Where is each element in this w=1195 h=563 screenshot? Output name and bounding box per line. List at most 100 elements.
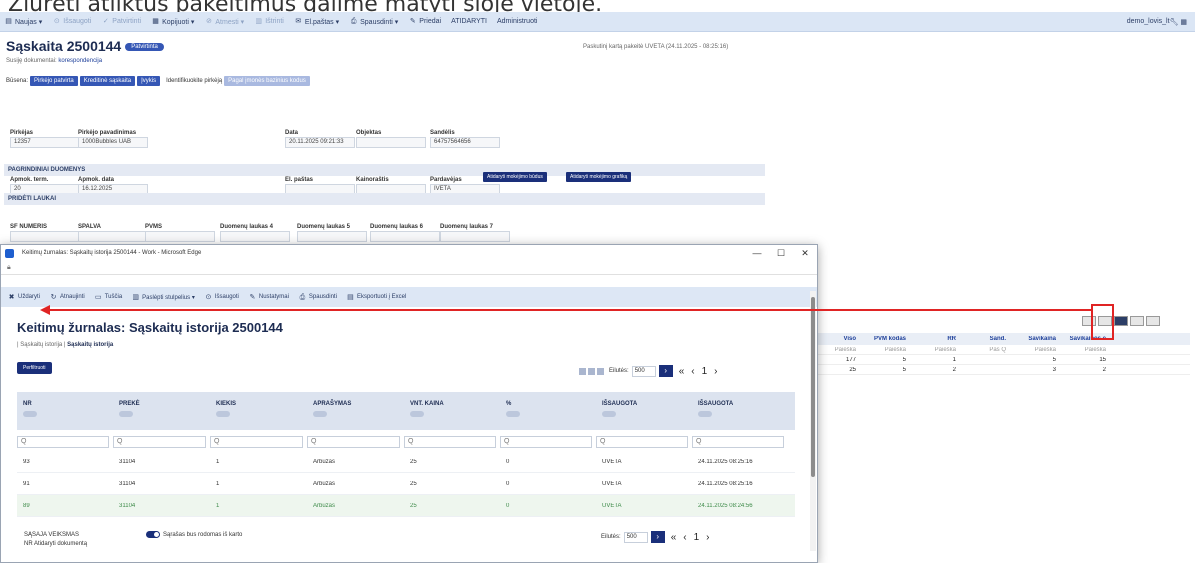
toolbar-item-3[interactable]: ▦ Kopijuoti ▾	[151, 17, 194, 26]
scrollbar-thumb[interactable]	[811, 297, 815, 477]
field-input[interactable]: 64757564656	[430, 137, 500, 148]
bg-col-header[interactable]: PVM kodas	[860, 336, 910, 342]
section-extra-fields[interactable]: PRIDĖTI LAUKAI	[4, 193, 765, 205]
column-filter-input[interactable]: Q	[307, 436, 400, 448]
column-filter-input[interactable]: Q	[404, 436, 496, 448]
maximize-button[interactable]: ☐	[769, 248, 793, 259]
column-toggle[interactable]	[698, 411, 712, 417]
field-input[interactable]	[356, 137, 426, 148]
toolbar-item-2[interactable]: ✓ Patvirtinti	[101, 17, 141, 26]
toolbar-item-0[interactable]: ▤ Naujas ▾	[4, 17, 42, 26]
window-toolbar-item-3[interactable]: ▥ Paslėpti stulpelius ▾	[131, 293, 195, 302]
minimize-button[interactable]: —	[745, 248, 769, 259]
next-page-icon[interactable]: ›	[714, 366, 717, 377]
table-row[interactable]: 89 31104 1 Arbuzas 25 0 UVETA 24.11.2025 08:24:…	[17, 495, 795, 517]
column-toggle[interactable]	[23, 411, 37, 417]
column-header[interactable]: NR	[17, 401, 113, 417]
toolbar-item-4[interactable]: ⊘ Atmesti ▾	[204, 17, 244, 26]
field-input[interactable]: 1000Bubbles UAB	[78, 137, 148, 148]
view-list-icon[interactable]	[579, 367, 586, 375]
bg-table-row[interactable]: 25 5 2 3 2	[810, 365, 1190, 375]
toolbar-item-5[interactable]: ▥ Ištrinti	[254, 17, 283, 26]
window-toolbar-item-7[interactable]: ▤ Eksportuoti į Excel	[346, 293, 406, 302]
extra-field-input[interactable]	[10, 231, 80, 242]
identify-button[interactable]: Pagal įmonės bazinius kodus	[224, 76, 310, 86]
open-payment-schedule-button[interactable]: Atidaryti mokėjimo grafiką	[566, 172, 632, 182]
bg-pager-btn[interactable]	[1130, 316, 1144, 326]
column-toggle[interactable]	[506, 411, 520, 417]
bg-col-header[interactable]: RR	[910, 336, 960, 342]
window-scrollbar[interactable]	[810, 291, 816, 551]
column-filter-input[interactable]: Q	[17, 436, 109, 448]
toolbar-item-10[interactable]: Administruoti	[497, 18, 537, 25]
column-header[interactable]: KIEKIS	[210, 401, 307, 417]
filter-button[interactable]: Perfiltruoti	[17, 362, 52, 374]
table-row[interactable]: 91 31104 1 Arbuzas 25 0 UVETA 24.11.2025 08:25:…	[17, 473, 795, 495]
open-payment-terms-button[interactable]: Atidaryti mokėjimo būdus	[483, 172, 547, 182]
toggle-switch[interactable]	[146, 531, 160, 538]
status-button-2[interactable]: Kreditinė sąskaita	[79, 76, 136, 86]
bg-col-header[interactable]: Savikaina	[1010, 336, 1060, 342]
go-button-bottom[interactable]: ›	[650, 531, 665, 543]
prev-page-icon[interactable]: ‹	[691, 366, 694, 377]
extra-field-input[interactable]	[440, 231, 510, 242]
bg-filter-input[interactable]: Paieška	[1060, 347, 1110, 353]
field-input[interactable]: 20.11.2025 09:21:33	[285, 137, 355, 148]
per-page-input-bottom[interactable]: 500	[623, 531, 648, 543]
column-filter-input[interactable]: Q	[210, 436, 303, 448]
bg-filter-input[interactable]: Paieška	[910, 347, 960, 353]
window-toolbar-item-5[interactable]: ✎ Nustatymai	[248, 293, 288, 302]
bg-filter-input[interactable]: Paieška	[1010, 347, 1060, 353]
per-page-input[interactable]: 500	[631, 365, 656, 377]
toolbar-item-6[interactable]: ✉ El.paštas ▾	[294, 17, 339, 26]
column-header[interactable]: PREKĖ	[113, 401, 210, 417]
toolbar-item-8[interactable]: ✎ Priedai	[408, 17, 441, 26]
column-filter-input[interactable]: Q	[692, 436, 784, 448]
status-button-3[interactable]: Įvykis	[137, 76, 161, 86]
next-page-icon[interactable]: ›	[706, 532, 709, 543]
column-header[interactable]: APRAŠYMAS	[307, 401, 404, 417]
table-row[interactable]: 93 31104 1 Arbuzas 25 0 UVETA 24.11.2025 08:25:…	[17, 451, 795, 473]
column-toggle[interactable]	[602, 411, 616, 417]
user-name[interactable]: demo_lovis_lt	[1127, 18, 1170, 25]
window-toolbar-item-1[interactable]: ↻ Atnaujinti	[49, 293, 85, 302]
extra-field-input[interactable]	[297, 231, 367, 242]
column-filter-input[interactable]: Q	[596, 436, 688, 448]
close-window-button[interactable]: ✕	[793, 248, 817, 259]
show-list-toggle[interactable]: Sąrašas bus rodomas iš karto	[146, 531, 242, 538]
column-filter-input[interactable]: Q	[500, 436, 592, 448]
window-toolbar-item-2[interactable]: ▭ Tuščia	[94, 293, 122, 302]
bg-pager-btn[interactable]	[1114, 316, 1128, 326]
column-filter-input[interactable]: Q	[113, 436, 206, 448]
extra-field-input[interactable]	[220, 231, 290, 242]
bg-filter-input[interactable]: Paieška	[860, 347, 910, 353]
wrench-icon[interactable]: 🔧︎ ▦	[1170, 18, 1187, 26]
address-bar[interactable]: 🔒︎	[1, 261, 817, 275]
column-toggle[interactable]	[216, 411, 230, 417]
first-page-icon[interactable]: «	[671, 532, 677, 543]
footer-legend-b[interactable]: NR Atidaryti dokumentą	[24, 540, 87, 549]
extra-field-input[interactable]	[145, 231, 215, 242]
section-main-data[interactable]: PAGRINDINIAI DUOMENYS	[4, 164, 765, 176]
toolbar-item-7[interactable]: ⎙ Spausdinti ▾	[349, 17, 398, 26]
toolbar-item-9[interactable]: ATIDARYTI	[451, 18, 487, 25]
column-toggle[interactable]	[410, 411, 424, 417]
prev-page-icon[interactable]: ‹	[683, 532, 686, 543]
status-button-1[interactable]: Pirkėjo patvirta	[30, 76, 78, 86]
window-toolbar-item-6[interactable]: ⎙ Spausdinti	[298, 293, 337, 302]
window-toolbar-item-0[interactable]: ✖ Uždaryti	[7, 293, 40, 302]
column-header[interactable]: IŠSAUGOTA	[692, 401, 788, 417]
column-header[interactable]: IŠSAUGOTA	[596, 401, 692, 417]
bg-table-row[interactable]: 177 5 1 5 15	[810, 355, 1190, 365]
column-header[interactable]: %	[500, 401, 596, 417]
first-page-icon[interactable]: «	[679, 366, 685, 377]
field-input[interactable]: 12357	[10, 137, 80, 148]
breadcrumb-parent[interactable]: Sąskaitų istorija	[20, 342, 62, 348]
view-grid-icon[interactable]	[588, 367, 595, 375]
bg-filter-input[interactable]: Pas Q	[960, 347, 1010, 353]
bg-col-header[interactable]: Sand.	[960, 336, 1010, 342]
column-toggle[interactable]	[119, 411, 133, 417]
bg-pager-btn[interactable]	[1146, 316, 1160, 326]
window-toolbar-item-4[interactable]: ⊙ Išsaugoti	[204, 293, 238, 302]
column-header[interactable]: VNT. KAINA	[404, 401, 500, 417]
